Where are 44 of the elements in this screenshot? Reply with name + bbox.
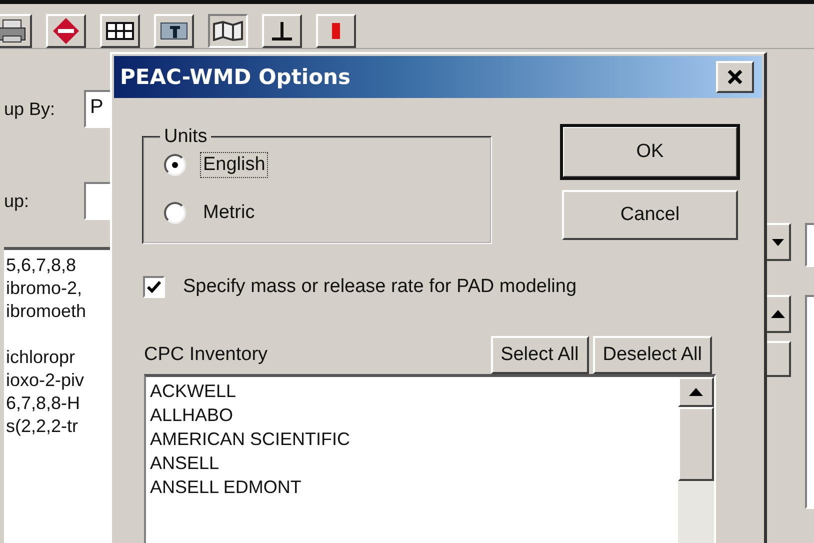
check-icon — [147, 281, 161, 293]
list-item[interactable]: s(2,2,2-tr — [4, 415, 110, 438]
radio-button[interactable] — [164, 154, 186, 176]
group-label: Units — [163, 126, 208, 148]
list-item[interactable]: AMERICAN SCIENTIFIC — [150, 427, 350, 451]
close-icon — [727, 70, 743, 84]
dialog-button[interactable]: OK — [562, 126, 738, 178]
list-item[interactable]: ACKWELL — [150, 379, 350, 403]
diamond-icon — [52, 17, 80, 45]
toolbar-button[interactable] — [208, 14, 248, 48]
field-label: up By: — [4, 98, 56, 120]
list-item[interactable]: ichloropr — [4, 346, 110, 369]
select-all-button[interactable]: Select All — [490, 336, 589, 374]
text-field[interactable] — [805, 223, 814, 267]
list-item[interactable]: ibromo-2, — [4, 277, 110, 300]
list-item[interactable]: ANSELL — [150, 451, 350, 475]
list-item[interactable]: ioxo-2-piv — [4, 369, 110, 392]
grid-icon — [106, 22, 134, 40]
dialog-button[interactable]: Cancel — [562, 190, 738, 240]
dialog-title: PEAC-WMD Options — [120, 65, 350, 89]
close-button[interactable] — [716, 61, 754, 93]
checkbox[interactable] — [143, 276, 165, 298]
dropdown-arrow-icon — [772, 238, 784, 246]
scroll-up-icon — [771, 310, 785, 318]
radio-button[interactable] — [164, 202, 186, 224]
scroll-up-icon — [689, 388, 703, 396]
group-by-field[interactable]: P — [84, 90, 110, 128]
deselect-all-button[interactable]: Deselect All — [592, 336, 712, 374]
list-item[interactable]: 5,6,7,8,8 — [4, 254, 110, 277]
scroll-thumb[interactable] — [678, 407, 714, 481]
inventory-label: CPC Inventory — [144, 344, 268, 367]
list-item[interactable]: ALLHABO — [150, 403, 350, 427]
checkbox-label[interactable]: Specify mass or release rate for PAD modeling — [183, 276, 577, 298]
radio-label[interactable]: English — [200, 152, 268, 178]
t-bar-icon — [270, 20, 294, 42]
list-item[interactable]: ibromoeth — [4, 300, 110, 323]
list-item[interactable]: ANSELL EDMONT — [150, 475, 350, 499]
radio-label[interactable]: Metric — [200, 200, 258, 226]
group-field[interactable] — [84, 182, 110, 220]
table-icon — [160, 22, 188, 40]
field-label: up: — [4, 190, 30, 212]
scroll-up-button[interactable] — [678, 377, 714, 407]
list-item[interactable]: 6,7,8,8-H — [4, 392, 110, 415]
map-icon — [213, 21, 243, 41]
